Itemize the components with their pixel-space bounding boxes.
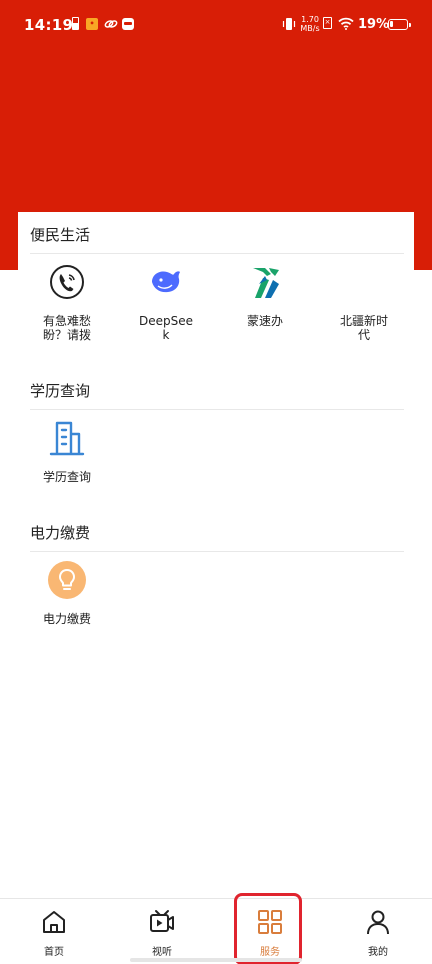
battery-icon bbox=[388, 19, 411, 30]
home-indicator[interactable] bbox=[130, 958, 302, 962]
service-mengsuban[interactable]: 蒙速办 bbox=[220, 262, 310, 328]
service-label: 有急难愁盼？请拨 bbox=[42, 314, 91, 342]
sim-card-icon: × bbox=[323, 17, 332, 29]
home-icon bbox=[43, 911, 65, 933]
service-hotline[interactable]: 有急难愁盼？请拨 bbox=[22, 262, 112, 342]
service-beijiang-newera[interactable]: 北疆新时代 bbox=[319, 262, 409, 342]
section-title: 便民生活 bbox=[30, 224, 404, 254]
section-title: 学历查询 bbox=[30, 380, 404, 410]
service-label: 电力缴费 bbox=[42, 612, 91, 626]
tab-label: 服务 bbox=[260, 947, 280, 958]
wifi-icon bbox=[338, 17, 354, 30]
battery-percentage: 19% bbox=[358, 17, 390, 32]
grid-services-icon bbox=[258, 910, 282, 934]
service-label: 北疆新时代 bbox=[339, 314, 388, 342]
mengsuban-horse-icon bbox=[245, 262, 285, 302]
network-speed-value: 1.70 bbox=[301, 15, 319, 24]
beijiang-newera-icon bbox=[344, 262, 384, 302]
app-notification-icon: • bbox=[86, 18, 98, 30]
service-label: 蒙速办 bbox=[246, 314, 283, 328]
tab-label: 首页 bbox=[44, 947, 64, 958]
tab-label: 视听 bbox=[152, 947, 172, 958]
tab-home[interactable]: 首页 bbox=[0, 899, 108, 964]
service-education-query[interactable]: 学历查询 bbox=[22, 418, 112, 484]
vibrate-icon bbox=[282, 18, 296, 30]
service-deepseek[interactable]: DeepSeek bbox=[121, 262, 211, 342]
lightbulb-icon bbox=[47, 560, 87, 600]
section-education-query: 学历查询 bbox=[30, 380, 404, 410]
phone-circle-icon bbox=[47, 262, 87, 302]
bottom-tab-bar: 首页 视听 服务 我的 bbox=[0, 898, 432, 964]
status-time: 14:19 bbox=[24, 16, 74, 34]
building-icon bbox=[47, 418, 87, 458]
service-label: DeepSeek bbox=[139, 314, 194, 342]
network-speed-unit: MB/s bbox=[300, 24, 320, 33]
tv-play-icon bbox=[150, 910, 174, 932]
network-speed: 1.70 MB/s bbox=[300, 15, 320, 33]
tab-profile[interactable]: 我的 bbox=[324, 899, 432, 964]
message-notification-icon bbox=[122, 18, 134, 30]
tab-services[interactable]: 服务 bbox=[216, 899, 324, 964]
deepseek-whale-icon bbox=[146, 262, 186, 302]
tab-label: 我的 bbox=[368, 947, 388, 958]
link-notification-icon bbox=[104, 20, 118, 28]
service-label: 学历查询 bbox=[42, 470, 91, 484]
battery-saver-icon bbox=[72, 17, 79, 30]
service-electricity-payment[interactable]: 电力缴费 bbox=[22, 560, 112, 626]
section-electricity-payment: 电力缴费 bbox=[30, 522, 404, 552]
status-bar: 14:19 • 1.70 MB/s × 19% bbox=[0, 0, 432, 52]
section-convenience-life: 便民生活 bbox=[30, 224, 404, 254]
person-icon bbox=[367, 910, 389, 935]
section-title: 电力缴费 bbox=[30, 522, 404, 552]
tab-media[interactable]: 视听 bbox=[108, 899, 216, 964]
